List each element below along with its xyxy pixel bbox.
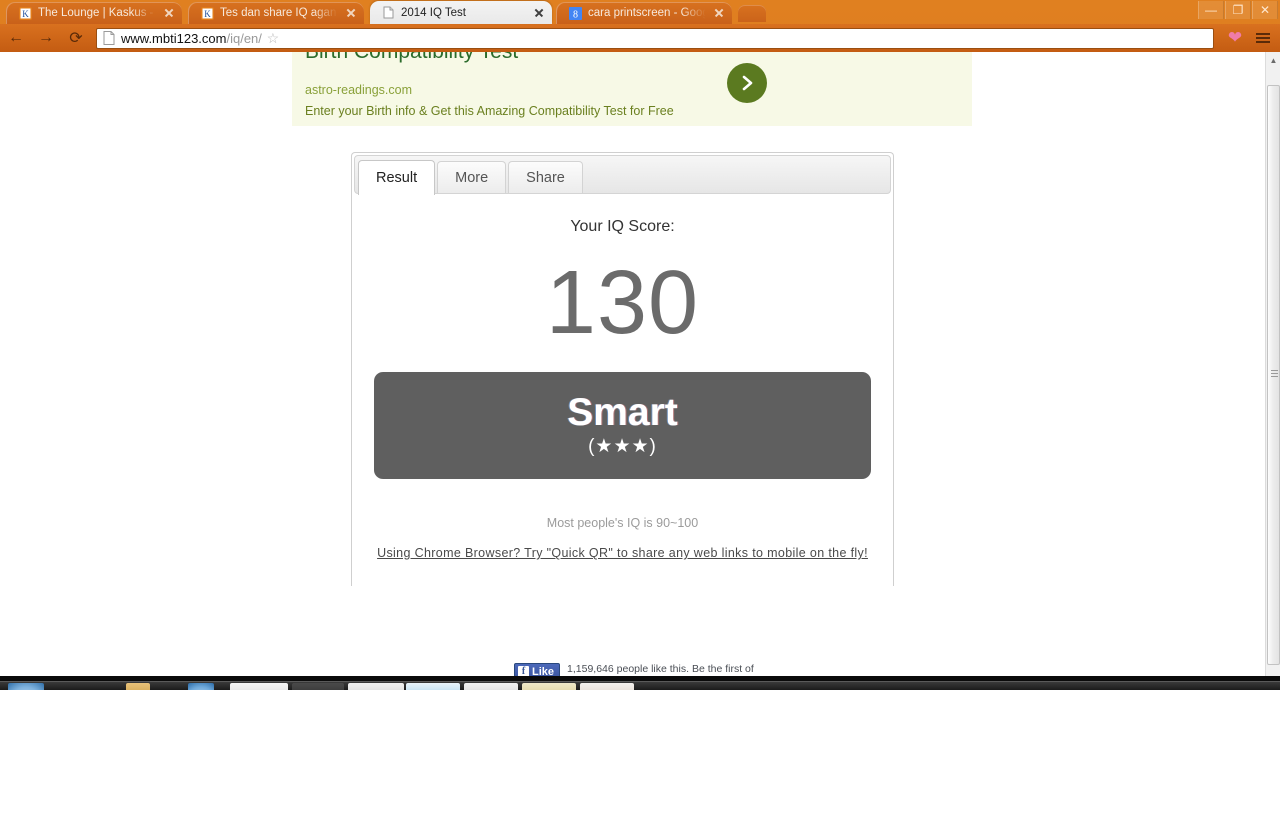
page-scrollbar[interactable]: ▲ ▼	[1265, 52, 1280, 686]
url-path: /iq/en/	[226, 30, 262, 46]
tab-title: cara printscreen - Google	[588, 7, 708, 19]
taskbar-item-6[interactable]	[348, 683, 404, 690]
tab-title: Tes dan share IQ agan disi	[220, 7, 340, 19]
page-icon	[382, 6, 395, 19]
taskbar-item-10[interactable]	[580, 683, 634, 690]
tab-title: 2014 IQ Test	[401, 6, 466, 19]
browser-tab-4[interactable]: 8 cara printscreen - Google	[556, 2, 732, 24]
new-tab-button[interactable]	[738, 5, 766, 22]
ad-description: Enter your Birth info & Get this Amazing…	[305, 104, 674, 118]
tab-close-icon[interactable]	[532, 6, 546, 20]
chevron-right-icon[interactable]	[727, 63, 767, 103]
restore-button[interactable]: ❐	[1225, 1, 1251, 19]
hamburger-menu-icon[interactable]	[1250, 33, 1276, 43]
taskbar-item-7[interactable]	[406, 683, 460, 690]
taskbar-item-2[interactable]	[126, 683, 150, 690]
scrollbar-thumb[interactable]	[1267, 85, 1280, 665]
heart-icon[interactable]: ❤	[1220, 28, 1250, 48]
ad-domain: astro-readings.com	[305, 83, 412, 97]
browser-toolbar: ← → ⟳ www.mbti123.com/iq/en/ ☆ ❤	[0, 24, 1280, 52]
ad-banner[interactable]: Birth Compatibility Test astro-readings.…	[292, 52, 972, 126]
scrollbar-up-arrow-icon[interactable]: ▲	[1266, 52, 1280, 68]
average-iq-note: Most people's IQ is 90~100	[546, 516, 699, 530]
tab-more[interactable]: More	[437, 161, 507, 193]
taskbar-item-1[interactable]	[8, 683, 44, 690]
ad-title[interactable]: Birth Compatibility Test	[305, 52, 518, 64]
score-label: Your IQ Score:	[570, 218, 675, 235]
result-card-tabs: Result More Share	[354, 155, 891, 195]
desktop-background	[0, 699, 1280, 831]
page-viewport: Birth Compatibility Test astro-readings.…	[0, 52, 1265, 686]
iq-score-value: 130	[545, 253, 700, 353]
url-text: www.mbti123.com/iq/en/	[121, 31, 262, 46]
close-window-button[interactable]: ✕	[1252, 1, 1278, 19]
rank-banner: Smart (★★★)	[374, 372, 871, 479]
quick-qr-promo-link[interactable]: Using Chrome Browser? Try "Quick QR" to …	[377, 546, 868, 560]
bookmark-star-icon[interactable]: ☆	[262, 30, 284, 47]
browser-tab-strip: K The Lounge | Kaskus - The K Tes dan sh…	[0, 0, 1280, 24]
window-controls: — ❐ ✕	[1197, 0, 1278, 20]
google-icon: 8	[569, 6, 582, 20]
tab-share[interactable]: Share	[508, 161, 583, 193]
os-taskbar	[0, 681, 1280, 690]
rank-stars: (★★★)	[588, 436, 657, 458]
browser-tab-3-active[interactable]: 2014 IQ Test	[370, 1, 552, 24]
reload-button[interactable]: ⟳	[62, 25, 90, 51]
browser-tab-1[interactable]: K The Lounge | Kaskus - The	[6, 2, 182, 24]
rank-title: Smart	[567, 390, 678, 434]
tab-close-icon[interactable]	[162, 6, 176, 20]
taskbar-item-3[interactable]	[188, 683, 214, 690]
taskbar-item-4[interactable]	[230, 683, 288, 690]
minimize-button[interactable]: —	[1198, 1, 1224, 19]
address-bar[interactable]: www.mbti123.com/iq/en/ ☆	[96, 27, 1214, 49]
tab-close-icon[interactable]	[344, 6, 358, 20]
scrollbar-grip-icon	[1271, 370, 1278, 377]
browser-tab-2[interactable]: K Tes dan share IQ agan disi	[188, 2, 364, 24]
tab-close-icon[interactable]	[712, 6, 726, 20]
kaskus-icon: K	[201, 6, 214, 20]
page-icon	[103, 31, 115, 45]
taskbar-item-8[interactable]	[464, 683, 518, 690]
svg-text:K: K	[22, 9, 29, 19]
iq-result-card: Result More Share Your IQ Score: 130 Sma…	[351, 152, 894, 586]
back-button[interactable]: ←	[2, 25, 30, 51]
result-panel: Your IQ Score: 130 Smart (★★★) Most peop…	[352, 196, 893, 562]
tab-title: The Lounge | Kaskus - The	[38, 7, 158, 19]
url-host: www.mbti123.com	[121, 30, 227, 46]
kaskus-icon: K	[19, 6, 32, 20]
svg-text:8: 8	[573, 9, 578, 20]
taskbar-item-5[interactable]	[292, 683, 344, 690]
taskbar-item-9[interactable]	[522, 683, 576, 690]
browser-window: K The Lounge | Kaskus - The K Tes dan sh…	[0, 0, 1280, 690]
forward-button[interactable]: →	[32, 25, 60, 51]
tab-result[interactable]: Result	[358, 160, 436, 195]
svg-text:K: K	[204, 9, 211, 19]
